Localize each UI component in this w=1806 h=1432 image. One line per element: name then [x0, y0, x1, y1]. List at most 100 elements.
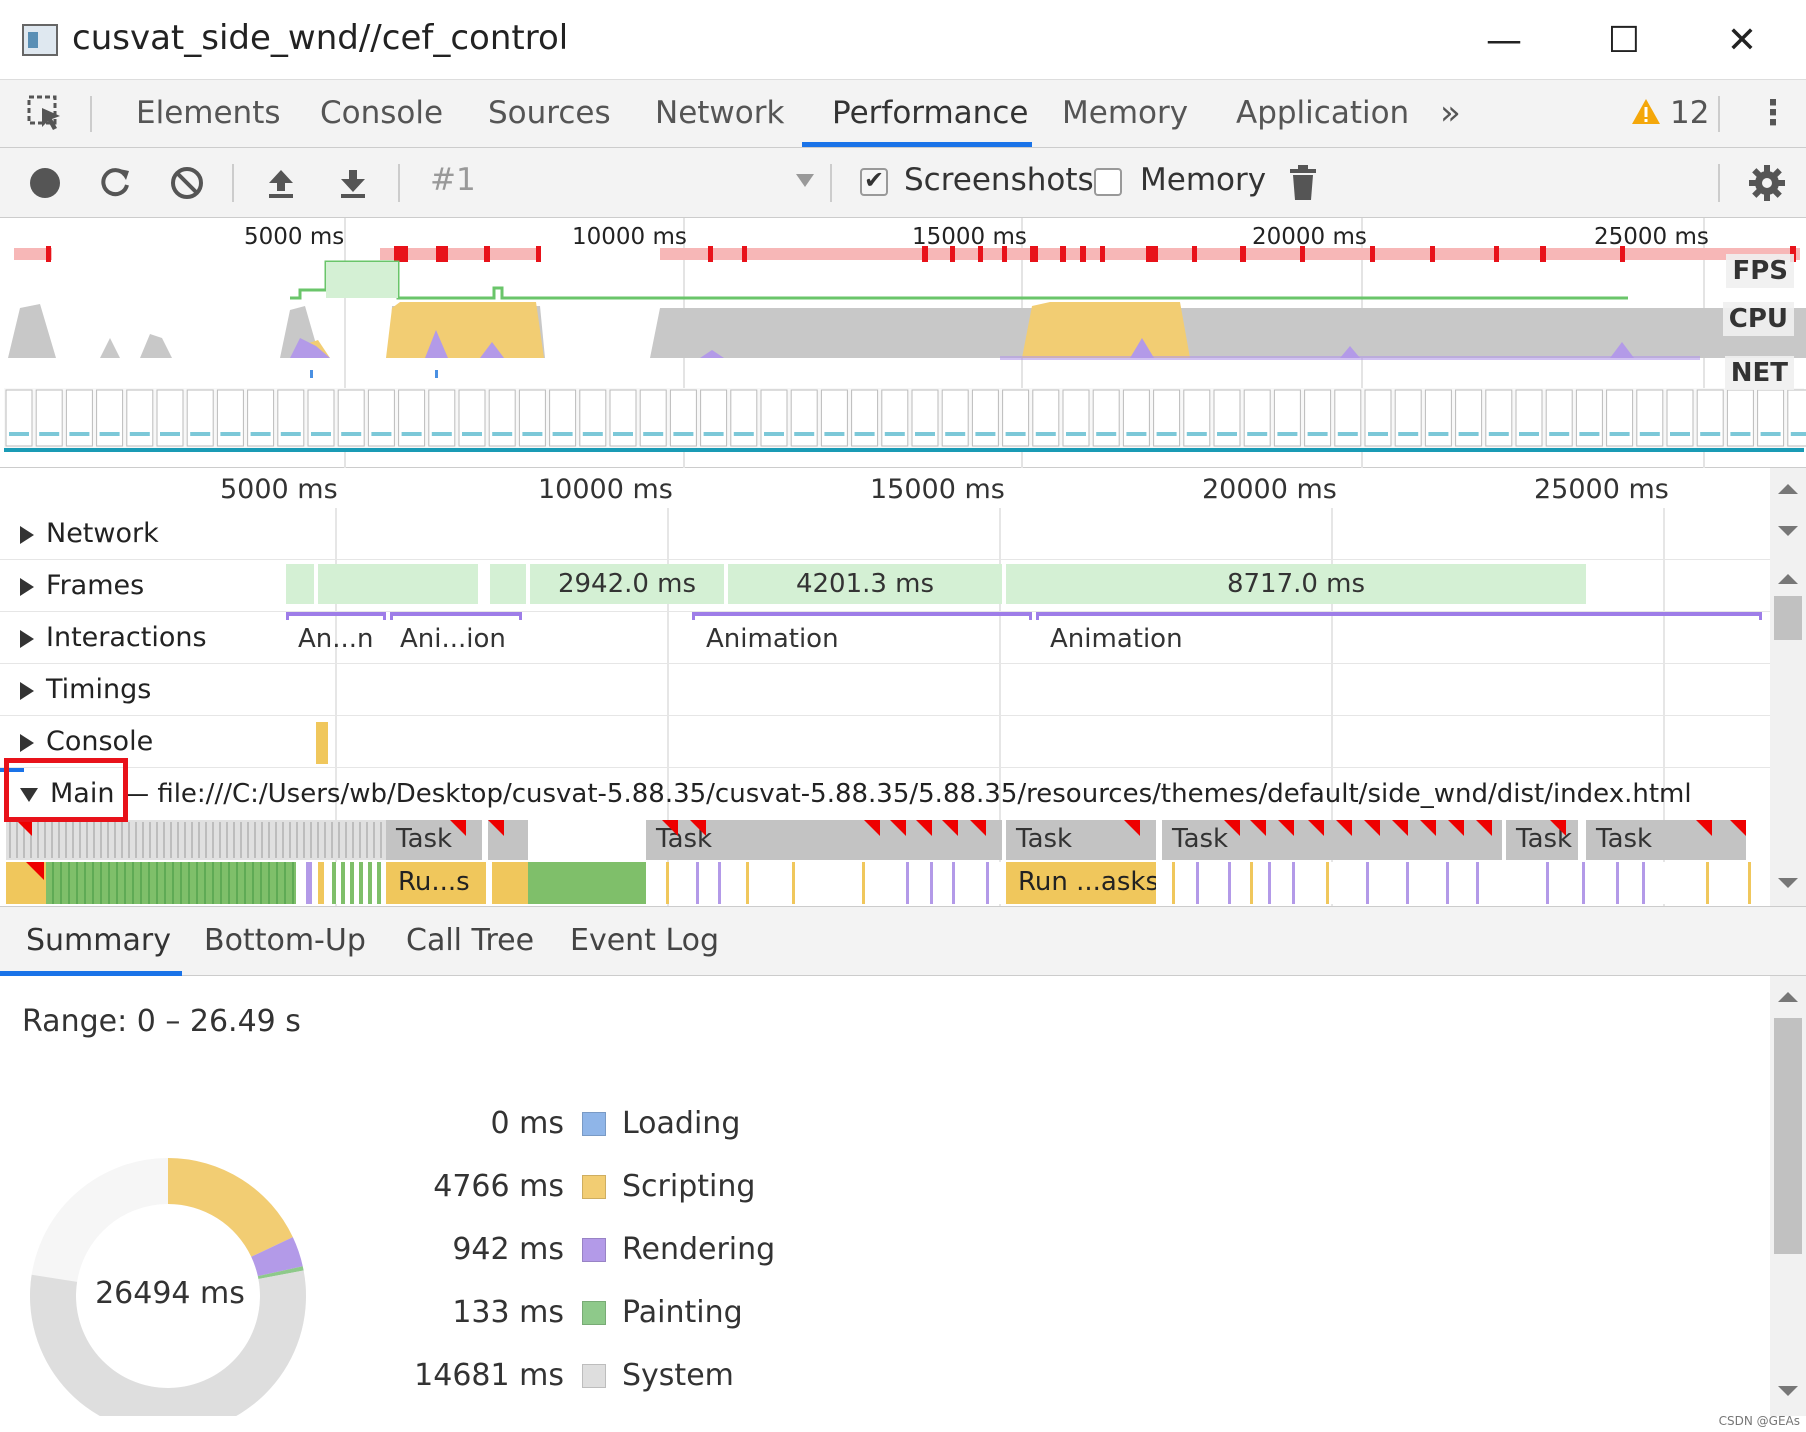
- thumbnail-content: [311, 432, 331, 436]
- screenshot-thumbnail: [1575, 389, 1603, 447]
- tab-sources[interactable]: Sources: [488, 80, 611, 148]
- tab-application[interactable]: Application: [1236, 80, 1409, 148]
- memory-label[interactable]: Memory: [1140, 162, 1266, 198]
- scroll-down-arrow-icon[interactable]: [1778, 1386, 1798, 1396]
- thumbnail-content: [1488, 432, 1509, 436]
- scroll-down-arrow-icon[interactable]: [1778, 526, 1798, 536]
- long-task-warning-icon: [690, 820, 706, 836]
- task-block[interactable]: Task: [386, 820, 482, 860]
- frame-block[interactable]: [286, 564, 314, 604]
- record-icon[interactable]: [20, 158, 70, 208]
- tab-console[interactable]: Console: [320, 80, 443, 148]
- track-frames[interactable]: Frames 2942.0 ms 4201.3 ms 8717.0 ms: [0, 560, 1770, 612]
- screenshot-thumbnail: [156, 389, 184, 447]
- interaction-label[interactable]: Animation: [1050, 624, 1183, 654]
- download-icon[interactable]: [328, 158, 378, 208]
- scroll-down-arrow-icon[interactable]: [1778, 878, 1798, 888]
- toolbar-separator: [830, 164, 832, 202]
- expand-triangle-icon[interactable]: [20, 577, 34, 596]
- interaction-label[interactable]: An...n: [298, 624, 374, 654]
- devtools-menu-button[interactable]: ⋮: [1756, 80, 1790, 148]
- screenshots-checkbox[interactable]: [860, 166, 888, 196]
- frame-duration[interactable]: 8717.0 ms: [1006, 564, 1586, 604]
- system-label: System: [622, 1358, 734, 1393]
- timeline-overview[interactable]: 5000 ms 10000 ms 15000 ms 20000 ms 25000…: [0, 218, 1806, 468]
- minimize-button[interactable]: —: [1474, 16, 1534, 64]
- screenshot-thumbnail: [337, 389, 365, 447]
- script-block[interactable]: Run ...asks: [1006, 862, 1156, 904]
- main-track-highlight-box: [4, 758, 128, 822]
- scroll-up-arrow-icon[interactable]: [1778, 574, 1798, 584]
- scrollbar-thumb[interactable]: [1774, 1018, 1802, 1254]
- activity-mark: [1748, 862, 1751, 904]
- scrollbar-thumb[interactable]: [1774, 596, 1802, 640]
- screenshot-thumbnail: [1243, 389, 1271, 447]
- close-button[interactable]: ✕: [1712, 16, 1772, 64]
- settings-gear-icon[interactable]: [1742, 158, 1792, 208]
- scripting-swatch: [582, 1175, 606, 1199]
- screenshot-thumbnail: [488, 389, 516, 447]
- tab-performance[interactable]: Performance: [832, 80, 1028, 148]
- track-interactions[interactable]: Interactions An...n Ani...ion Animation …: [0, 612, 1770, 664]
- thumbnail-content: [39, 432, 60, 436]
- screenshots-label[interactable]: Screenshots: [904, 162, 1094, 198]
- total-time: 26494 ms: [95, 1276, 245, 1311]
- frame-duration[interactable]: 2942.0 ms: [530, 564, 724, 604]
- frame-block[interactable]: [490, 564, 526, 604]
- expand-triangle-icon[interactable]: [20, 525, 34, 544]
- expand-triangle-icon[interactable]: [20, 681, 34, 700]
- inspect-element-icon[interactable]: [26, 94, 66, 134]
- scroll-up-arrow-icon[interactable]: [1778, 484, 1798, 494]
- long-task-warning-icon: [488, 820, 504, 836]
- interaction-label[interactable]: Ani...ion: [400, 624, 506, 654]
- flame-tick: 25000 ms: [1534, 474, 1669, 505]
- tab-elements[interactable]: Elements: [136, 80, 281, 148]
- frame-block[interactable]: [318, 564, 478, 604]
- reload-record-icon[interactable]: [90, 158, 140, 208]
- activity-mark: [276, 862, 278, 904]
- warning-count[interactable]: 12: [1670, 80, 1709, 148]
- task-block[interactable]: Task: [1506, 820, 1578, 860]
- thumbnail-content: [1005, 432, 1026, 436]
- track-main[interactable]: Main — file:///C:/Users/wb/Desktop/cusva…: [0, 768, 1770, 906]
- profile-select[interactable]: #1: [430, 162, 476, 198]
- summary-scrollbar[interactable]: [1770, 976, 1806, 1416]
- flame-scrollbar[interactable]: [1770, 468, 1806, 906]
- tab-call-tree[interactable]: Call Tree: [406, 907, 534, 975]
- scroll-up-arrow-icon[interactable]: [1778, 992, 1798, 1002]
- screenshot-thumbnail: [881, 389, 909, 447]
- activity-mark: [292, 862, 294, 904]
- activity-mark: [1616, 862, 1619, 904]
- expand-triangle-icon[interactable]: [20, 733, 34, 752]
- screenshot-thumbnail: [428, 389, 456, 447]
- tab-bottom-up[interactable]: Bottom-Up: [204, 907, 366, 975]
- console-marker[interactable]: [316, 722, 328, 764]
- memory-checkbox[interactable]: [1094, 168, 1122, 196]
- flame-chart[interactable]: 5000 ms 10000 ms 15000 ms 20000 ms 25000…: [0, 468, 1770, 906]
- more-tabs-button[interactable]: »: [1440, 80, 1461, 148]
- track-network[interactable]: Network: [0, 508, 1770, 560]
- interaction-label[interactable]: Animation: [706, 624, 839, 654]
- track-timings[interactable]: Timings: [0, 664, 1770, 716]
- thumbnail-content: [884, 432, 905, 436]
- maximize-button[interactable]: ☐: [1594, 16, 1654, 64]
- activity-mark: [100, 862, 102, 904]
- script-block[interactable]: Ru...s: [386, 862, 486, 904]
- trash-icon[interactable]: [1278, 158, 1328, 208]
- clear-icon[interactable]: [162, 158, 212, 208]
- track-console[interactable]: Console: [0, 716, 1770, 768]
- tab-event-log[interactable]: Event Log: [570, 907, 719, 975]
- thumbnail-content: [462, 432, 482, 436]
- long-task-warning-icon: [890, 820, 906, 836]
- task-block[interactable]: Task: [1586, 820, 1746, 860]
- upload-icon[interactable]: [256, 158, 306, 208]
- tab-summary[interactable]: Summary: [26, 907, 171, 975]
- profile-dropdown-arrow-icon[interactable]: [796, 174, 814, 187]
- activity-mark: [116, 862, 118, 904]
- tab-network[interactable]: Network: [655, 80, 784, 148]
- frame-duration[interactable]: 4201.3 ms: [728, 564, 1002, 604]
- warning-icon[interactable]: [1630, 96, 1662, 128]
- screenshot-thumbnail: [186, 389, 214, 447]
- expand-triangle-icon[interactable]: [20, 629, 34, 648]
- tab-memory[interactable]: Memory: [1062, 80, 1188, 148]
